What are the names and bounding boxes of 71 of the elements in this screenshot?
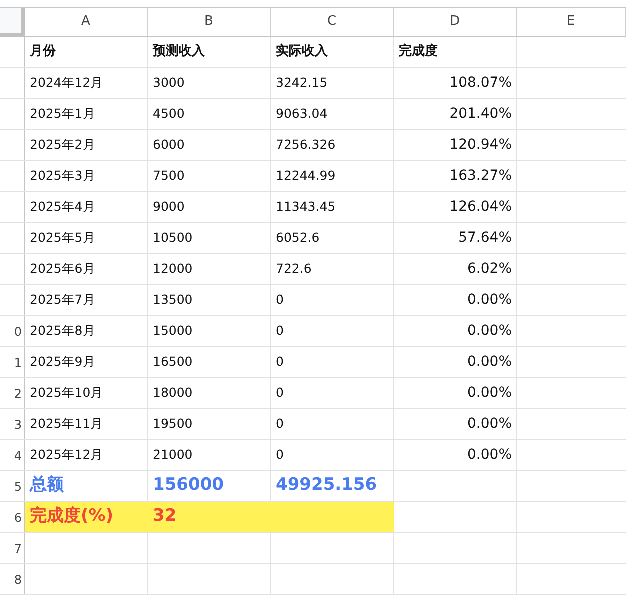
table-cell-text: 15000 bbox=[152, 322, 194, 340]
table-cell-text: 2025年12月 bbox=[29, 446, 105, 464]
table-cell-text: 实际收入 bbox=[275, 42, 329, 62]
table-cell-text: 0 bbox=[275, 322, 285, 340]
table-cell-text: 108.07% bbox=[448, 74, 513, 92]
table-cell-text: 0.00% bbox=[466, 446, 513, 464]
table-cell-text: 722.6 bbox=[275, 260, 313, 278]
table-cell-text: 2025年6月 bbox=[29, 260, 97, 278]
table-cell-text: 预测收入 bbox=[152, 42, 206, 62]
table-cell-text: 2025年1月 bbox=[29, 104, 97, 123]
table-cell-text: 12244.99 bbox=[275, 166, 337, 185]
table-cell-text: 月份 bbox=[29, 43, 57, 62]
table-cell-text: 21000 bbox=[152, 446, 194, 464]
table-cell-text: 201.40% bbox=[448, 104, 513, 124]
row-number[interactable]: 0 bbox=[0, 316, 25, 347]
table-cell-text: 0.00% bbox=[466, 352, 513, 372]
table-cell: 完成度(%) bbox=[25, 502, 148, 532]
row-number[interactable]: 8 bbox=[0, 564, 25, 595]
table-cell-text: 57.64% bbox=[458, 228, 513, 248]
table-cell-text: 49925.156 bbox=[275, 474, 378, 498]
table-cell-text: 10500 bbox=[152, 228, 194, 247]
table-cell-text: 2025年8月 bbox=[29, 322, 97, 340]
row-number[interactable]: 3 bbox=[0, 409, 25, 440]
table-cell-text: 2025年7月 bbox=[29, 290, 97, 309]
table-cell-text: 163.27% bbox=[448, 166, 513, 186]
table-cell-text: 12000 bbox=[152, 260, 194, 278]
row-number[interactable]: 1 bbox=[0, 347, 25, 378]
row-number[interactable]: 2 bbox=[0, 378, 25, 409]
table-cell-text: 6.02% bbox=[466, 260, 513, 278]
table-cell-text: 4500 bbox=[152, 104, 186, 123]
table-cell-text: 0 bbox=[275, 384, 285, 402]
table-cell-text: 0.00% bbox=[466, 384, 513, 402]
table-cell-text: 2025年3月 bbox=[29, 166, 97, 185]
table-cell-text: 0 bbox=[275, 414, 285, 433]
table-cell-text: 2025年4月 bbox=[29, 198, 97, 216]
table-cell-text: 120.94% bbox=[448, 136, 513, 154]
table-cell-text: 6000 bbox=[152, 136, 186, 154]
table-cell-text: 0.00% bbox=[466, 414, 513, 434]
table-cell-text: 2025年11月 bbox=[29, 414, 105, 433]
table-cell-text: 11343.45 bbox=[275, 198, 337, 216]
row-number[interactable]: 6 bbox=[0, 502, 25, 533]
table-cell-text: 9000 bbox=[152, 198, 186, 216]
table-cell-text: 0 bbox=[275, 352, 285, 371]
table-cell-text: 2025年10月 bbox=[29, 384, 105, 402]
table-cell-text: 3000 bbox=[152, 74, 186, 92]
table-cell-text: 16500 bbox=[152, 352, 194, 371]
table-cell-text: 3242.15 bbox=[275, 74, 329, 92]
table-cell-text: 2025年5月 bbox=[29, 228, 97, 247]
table-cell-text: 126.04% bbox=[448, 198, 513, 216]
table-cell-text: 7500 bbox=[152, 166, 186, 185]
table-cell-text: 总额 bbox=[28, 474, 65, 498]
row-number[interactable]: 5 bbox=[0, 471, 25, 502]
table-cell-text: 19500 bbox=[152, 414, 194, 433]
row-number[interactable]: 4 bbox=[0, 440, 25, 471]
table-cell-text: 0.00% bbox=[466, 322, 513, 340]
table-cell-text: 18000 bbox=[152, 384, 194, 402]
table-cell-text: 13500 bbox=[152, 290, 194, 309]
table-cell-text: 156000 bbox=[152, 474, 225, 498]
table-cell-text: 9063.04 bbox=[275, 104, 329, 123]
table-cell-text: 2025年2月 bbox=[29, 136, 97, 154]
table-cell: 32 bbox=[148, 502, 271, 532]
select-all-corner[interactable] bbox=[0, 8, 25, 37]
table-cell-text: 2025年9月 bbox=[29, 352, 97, 371]
table-cell-text: 0 bbox=[275, 446, 285, 464]
row-number[interactable]: 7 bbox=[0, 533, 25, 564]
table-cell-text: 0.00% bbox=[466, 290, 513, 310]
table-cell-text: 完成度 bbox=[398, 42, 439, 62]
table-cell-text: 7256.326 bbox=[275, 136, 337, 154]
table-cell-text: 2024年12月 bbox=[29, 74, 105, 92]
table-cell-text: 0 bbox=[275, 290, 285, 309]
table-cell-text: 6052.6 bbox=[275, 228, 321, 247]
